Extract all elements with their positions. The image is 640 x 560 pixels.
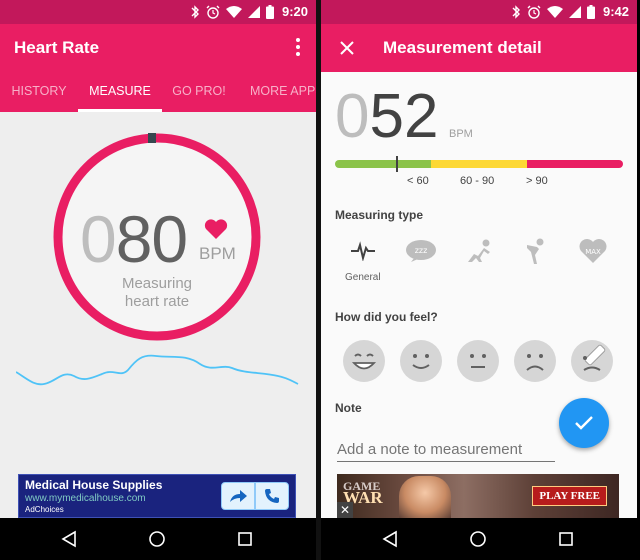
type-general-caption: General bbox=[345, 272, 381, 283]
recents-icon[interactable] bbox=[557, 530, 575, 548]
app-bar: Measurement detail bbox=[321, 24, 637, 72]
range-normal-segment bbox=[431, 160, 527, 168]
mood-selector bbox=[341, 340, 631, 384]
nav-bar bbox=[321, 518, 637, 560]
stretch-icon bbox=[527, 238, 544, 264]
bpm-range-scale bbox=[335, 160, 623, 168]
big-grin-icon bbox=[351, 353, 377, 370]
sleep-icon: zzz bbox=[406, 240, 436, 262]
home-icon[interactable] bbox=[469, 530, 487, 548]
back-icon[interactable] bbox=[60, 530, 78, 548]
range-label-low: < 60 bbox=[407, 175, 429, 187]
signal-icon bbox=[247, 5, 260, 18]
home-icon[interactable] bbox=[148, 530, 166, 548]
type-post-exercise-button[interactable] bbox=[515, 234, 555, 268]
bpm-value: 052 bbox=[335, 82, 439, 151]
note-label: Note bbox=[335, 401, 362, 415]
status-time: 9:20 bbox=[281, 4, 308, 19]
tab-bar: HISTORY MEASURE GO PRO! MORE APPS bbox=[0, 72, 316, 112]
game-logo: GAME WAR bbox=[343, 479, 383, 507]
frown-icon bbox=[526, 354, 544, 371]
bpm-unit: BPM bbox=[449, 128, 473, 140]
mood-sad-button[interactable] bbox=[514, 340, 556, 382]
bpm-unit: BPM bbox=[199, 244, 236, 263]
share-arrow-icon bbox=[230, 490, 247, 502]
alarm-icon bbox=[206, 5, 220, 19]
battery-icon bbox=[265, 4, 274, 19]
ad-character-image bbox=[399, 476, 451, 518]
heart-icon bbox=[204, 219, 228, 239]
nav-bar bbox=[0, 518, 316, 560]
runner-start-icon bbox=[468, 239, 490, 262]
measuring-type-selector: General zzz MAX bbox=[335, 234, 625, 284]
mood-good-button[interactable] bbox=[400, 340, 442, 382]
signal-icon bbox=[568, 5, 581, 18]
back-icon[interactable] bbox=[381, 530, 399, 548]
measuring-type-label: Measuring type bbox=[335, 208, 424, 222]
type-rest-button[interactable]: zzz bbox=[401, 234, 441, 268]
play-free-button[interactable]: PLAY FREE bbox=[532, 486, 607, 506]
range-label-high: > 90 bbox=[526, 175, 548, 187]
ad-close-icon[interactable]: ✕ bbox=[337, 502, 353, 518]
bpm-value: 080 bbox=[80, 202, 188, 276]
ad-directions-button[interactable] bbox=[221, 482, 255, 510]
app-title: Heart Rate bbox=[14, 38, 100, 57]
bluetooth-icon bbox=[512, 4, 520, 19]
phone-icon bbox=[265, 489, 279, 503]
tab-history[interactable]: HISTORY bbox=[0, 72, 78, 112]
heart-rate-measure-screen: 9:20 Heart Rate HISTORY MEASURE GO PRO! … bbox=[0, 0, 316, 560]
measure-ring[interactable]: 080 BPM Measuring heart rate bbox=[52, 132, 262, 342]
app-bar: Heart Rate bbox=[0, 24, 316, 72]
battery-icon bbox=[586, 4, 595, 19]
ad-banner-game[interactable]: GAME WAR PLAY FREE ✕ bbox=[337, 474, 619, 518]
close-icon[interactable] bbox=[337, 38, 357, 58]
overflow-menu-icon[interactable] bbox=[294, 38, 302, 56]
ad-title: Medical House Supplies bbox=[25, 478, 163, 492]
range-low-segment bbox=[335, 160, 431, 168]
range-high-segment bbox=[527, 160, 623, 168]
bluetooth-icon bbox=[191, 4, 199, 19]
status-bar: 9:20 bbox=[0, 0, 316, 24]
range-label-normal: 60 - 90 bbox=[460, 175, 495, 187]
status-time: 9:42 bbox=[602, 4, 629, 19]
ad-choices[interactable]: AdChoices bbox=[25, 505, 64, 514]
tab-go-pro[interactable]: GO PRO! bbox=[162, 72, 236, 112]
recents-icon[interactable] bbox=[236, 530, 254, 548]
type-max-button[interactable]: MAX bbox=[573, 234, 613, 268]
ad-banner-medical[interactable]: Medical House Supplies www.mymedicalhous… bbox=[18, 474, 296, 518]
tab-more-apps[interactable]: MORE APPS bbox=[236, 72, 316, 112]
measurement-detail-screen: 9:42 Measurement detail 052 BPM < 60 60 … bbox=[321, 0, 637, 560]
bpm-marker bbox=[396, 156, 398, 172]
tab-measure[interactable]: MEASURE bbox=[78, 72, 162, 112]
save-button[interactable] bbox=[559, 398, 609, 448]
mood-neutral-button[interactable] bbox=[457, 340, 499, 382]
heart-max-icon: MAX bbox=[579, 239, 607, 263]
note-input[interactable] bbox=[337, 438, 555, 462]
wifi-icon bbox=[225, 5, 242, 18]
check-icon bbox=[575, 416, 593, 430]
pulse-waveform bbox=[16, 354, 299, 386]
pulse-icon bbox=[351, 241, 375, 261]
wifi-icon bbox=[546, 5, 563, 18]
feel-label: How did you feel? bbox=[335, 310, 438, 324]
smile-icon bbox=[412, 354, 430, 369]
type-pre-exercise-button[interactable] bbox=[459, 234, 499, 268]
mood-sick-button[interactable] bbox=[571, 340, 613, 382]
ad-call-button[interactable] bbox=[255, 482, 289, 510]
ad-url[interactable]: www.mymedicalhouse.com bbox=[25, 493, 146, 504]
measuring-status: Measuring heart rate bbox=[121, 275, 193, 310]
type-general-button[interactable] bbox=[343, 234, 383, 268]
status-bar: 9:42 bbox=[321, 0, 637, 24]
svg-text:zzz: zzz bbox=[415, 246, 428, 255]
svg-text:MAX: MAX bbox=[585, 248, 601, 256]
alarm-icon bbox=[527, 5, 541, 19]
mood-great-button[interactable] bbox=[343, 340, 385, 382]
bandaged-face-icon bbox=[583, 344, 606, 371]
neutral-face-icon bbox=[470, 354, 486, 368]
page-title: Measurement detail bbox=[383, 38, 542, 57]
